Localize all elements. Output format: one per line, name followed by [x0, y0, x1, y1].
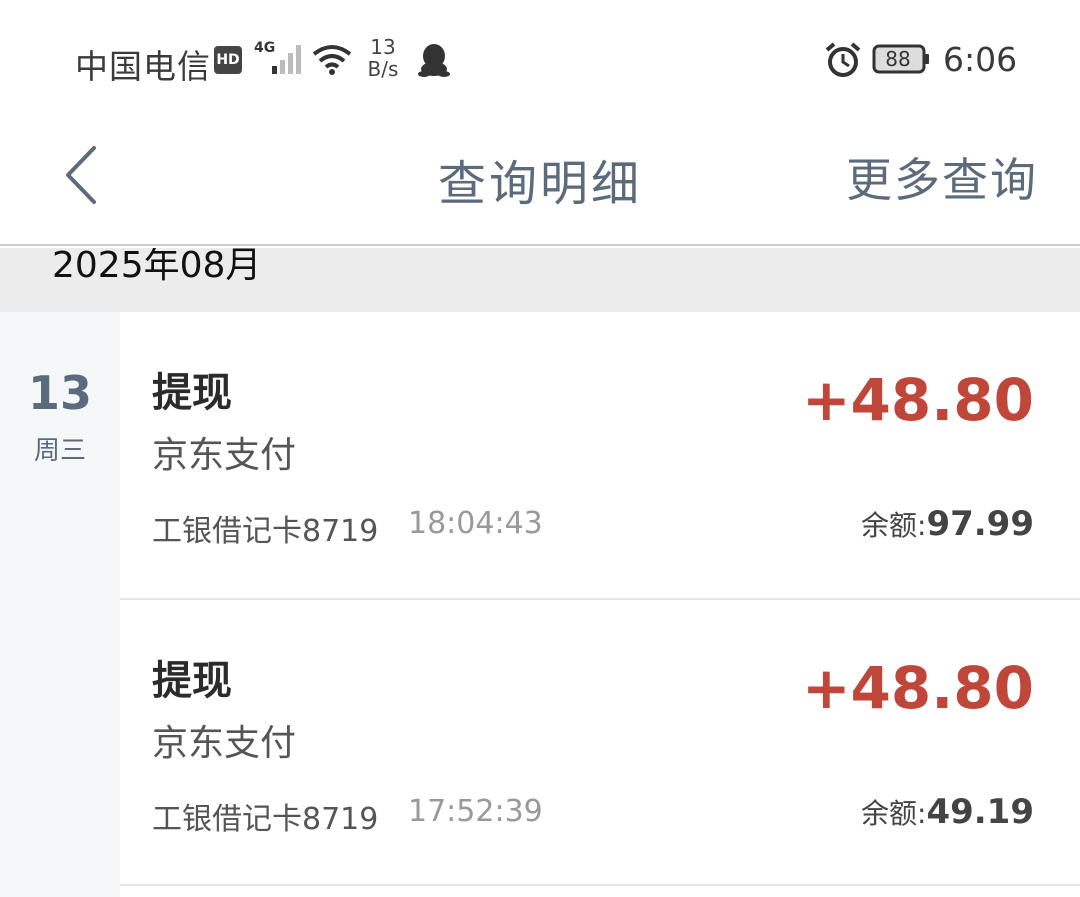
- transaction-merchant: 京东支付: [152, 435, 297, 476]
- weekday-label: 周三: [33, 436, 86, 466]
- more-query-button[interactable]: 更多查询: [846, 144, 1038, 210]
- transaction-amount: +48.80: [801, 366, 1034, 434]
- battery-level: 88: [885, 47, 911, 71]
- transaction-type: 提现: [152, 658, 232, 704]
- transaction-balance: 余额:97.99: [861, 504, 1034, 544]
- balance-value: 49.19: [926, 792, 1034, 832]
- hd-icon: HD: [214, 46, 242, 74]
- transaction-list: 13 周三 提现 京东支付 工银借记卡8719 18:04:43 +48.80 …: [0, 312, 1080, 897]
- month-header: 2025年08月: [0, 248, 1080, 312]
- transaction-time: 17:52:39: [408, 794, 543, 829]
- balance-label: 余额:: [861, 509, 927, 542]
- balance-value: 97.99: [926, 504, 1034, 544]
- transaction-row[interactable]: 提现 京东支付 工银借记卡8719 17:52:39 +48.80 余额:49.…: [120, 600, 1080, 886]
- status-bar: 中国电信 HD 4G 13 B/s 88 6:06: [0, 0, 1080, 120]
- transaction-time: 18:04:43: [408, 506, 543, 541]
- transaction-amount: +48.80: [801, 654, 1034, 722]
- transaction-type: 提现: [152, 370, 232, 416]
- carrier-name: 中国电信: [75, 47, 211, 86]
- divider: [120, 884, 1080, 886]
- clock: 6:06: [943, 40, 1018, 79]
- network-speed: 13 B/s: [366, 36, 400, 80]
- transaction-row[interactable]: 提现 京东支付 工银借记卡8719 18:04:43 +48.80 余额:97.…: [120, 312, 1080, 598]
- balance-label: 余额:: [861, 797, 927, 830]
- signal-icon: [272, 45, 301, 74]
- day-number: 13: [27, 366, 92, 420]
- transaction-balance: 余额:49.19: [861, 792, 1034, 832]
- transaction-merchant: 京东支付: [152, 723, 297, 764]
- nav-bar: 查询明细 更多查询: [0, 120, 1080, 246]
- speed-value: 13: [370, 35, 396, 59]
- month-label: 2025年08月: [52, 248, 262, 286]
- speed-unit: B/s: [367, 57, 399, 81]
- qq-icon: [418, 44, 450, 77]
- transaction-card: 工银借记卡8719: [152, 514, 379, 549]
- date-column: 13 周三: [0, 312, 120, 897]
- transaction-card: 工银借记卡8719: [152, 802, 379, 837]
- wifi-icon: [312, 45, 352, 75]
- alarm-icon: [825, 42, 861, 77]
